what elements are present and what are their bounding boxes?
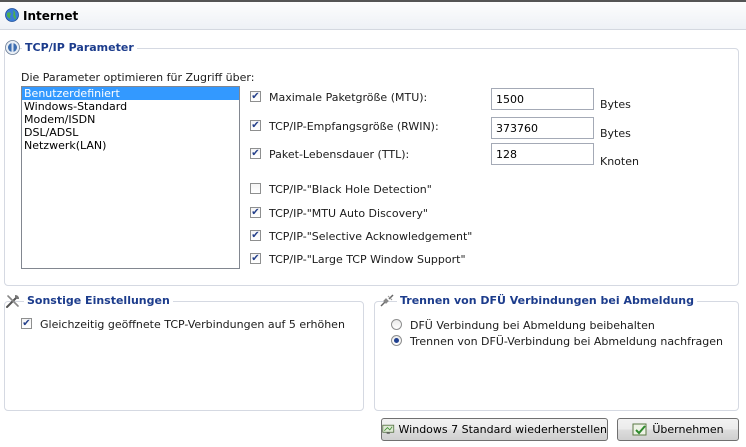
- limit-connections-checkbox[interactable]: ✔: [21, 318, 32, 329]
- checkmark-icon: ✔: [251, 206, 260, 218]
- ttl-label: Paket-Lebensdauer (TTL):: [269, 148, 410, 161]
- profile-item-modem-isdn[interactable]: Modem/ISDN: [22, 113, 239, 126]
- ask-disconnect-label: Trennen von DFÜ-Verbindung bei Abmeldung…: [410, 335, 723, 348]
- large-window-label: TCP/IP-"Large TCP Window Support": [269, 253, 466, 266]
- ttl-field[interactable]: [491, 143, 594, 165]
- rwin-unit: Bytes: [600, 127, 631, 140]
- profile-item-benutzerdefiniert[interactable]: Benutzerdefiniert: [22, 87, 239, 100]
- selective-ack-checkbox[interactable]: ✔: [250, 230, 261, 241]
- mtu-auto-discovery-label: TCP/IP-"MTU Auto Discovery": [269, 207, 428, 220]
- large-window-checkbox[interactable]: ✔: [250, 253, 261, 264]
- mtu-auto-discovery-checkbox[interactable]: ✔: [250, 207, 261, 218]
- tcpip-group-title: TCP/IP Parameter: [22, 41, 137, 54]
- title-bar: [0, 0, 746, 30]
- ask-disconnect-radio[interactable]: [391, 335, 402, 346]
- apply-button[interactable]: Übernehmen: [617, 418, 739, 441]
- profile-item-dsl-adsl[interactable]: DSL/ADSL: [22, 126, 239, 139]
- limit-connections-label: Gleichzeitig geöffnete TCP-Verbindungen …: [40, 318, 345, 331]
- apply-label: Übernehmen: [652, 423, 724, 436]
- keep-connection-radio[interactable]: [391, 319, 402, 330]
- mtu-checkbox[interactable]: ✔: [250, 91, 261, 102]
- checkmark-icon: ✔: [251, 252, 260, 264]
- keep-connection-label: DFÜ Verbindung bei Abmeldung beibehalten: [410, 319, 655, 332]
- selective-ack-label: TCP/IP-"Selective Acknowledgement": [269, 230, 473, 243]
- checkmark-icon: ✔: [251, 90, 260, 102]
- mtu-label: Maximale Paketgröße (MTU):: [269, 91, 428, 104]
- mtu-field[interactable]: [491, 88, 594, 110]
- restore-defaults-button[interactable]: Windows 7 Standard wiederherstellen: [381, 418, 608, 441]
- restore-defaults-label: Windows 7 Standard wiederherstellen: [398, 423, 607, 436]
- disconnect-plug-icon: [380, 294, 394, 307]
- tools-icon: [6, 295, 19, 308]
- profile-listbox[interactable]: Benutzerdefiniert Windows-Standard Modem…: [21, 86, 240, 269]
- monitor-restore-icon: [382, 424, 395, 434]
- sonstige-group-title: Sonstige Einstellungen: [24, 294, 173, 307]
- apply-check-icon: [632, 423, 647, 436]
- mtu-unit: Bytes: [600, 98, 631, 111]
- checkmark-icon: ✔: [251, 229, 260, 241]
- checkmark-icon: ✔: [251, 147, 260, 159]
- dfue-group-title: Trennen von DFÜ Verbindungen bei Abmeldu…: [397, 294, 697, 307]
- checkmark-icon: ✔: [251, 119, 260, 131]
- black-hole-detection-checkbox[interactable]: [250, 183, 261, 194]
- checkmark-icon: ✔: [22, 317, 31, 329]
- black-hole-detection-label: TCP/IP-"Black Hole Detection": [269, 183, 432, 196]
- ttl-unit: Knoten: [600, 155, 639, 168]
- network-globe-icon: [5, 40, 20, 55]
- rwin-label: TCP/IP-Empfangsgröße (RWIN):: [269, 120, 439, 133]
- radio-selected-dot: [394, 338, 399, 343]
- rwin-field[interactable]: [491, 117, 594, 139]
- window-title: Internet: [23, 9, 79, 23]
- profile-item-windows-standard[interactable]: Windows-Standard: [22, 100, 239, 113]
- dfue-group: [374, 301, 739, 411]
- ttl-checkbox[interactable]: ✔: [250, 148, 261, 159]
- globe-icon: [5, 8, 19, 22]
- rwin-checkbox[interactable]: ✔: [250, 120, 261, 131]
- optimize-label: Die Parameter optimieren für Zugriff übe…: [21, 71, 255, 84]
- profile-item-netzwerk-lan[interactable]: Netzwerk(LAN): [22, 139, 239, 152]
